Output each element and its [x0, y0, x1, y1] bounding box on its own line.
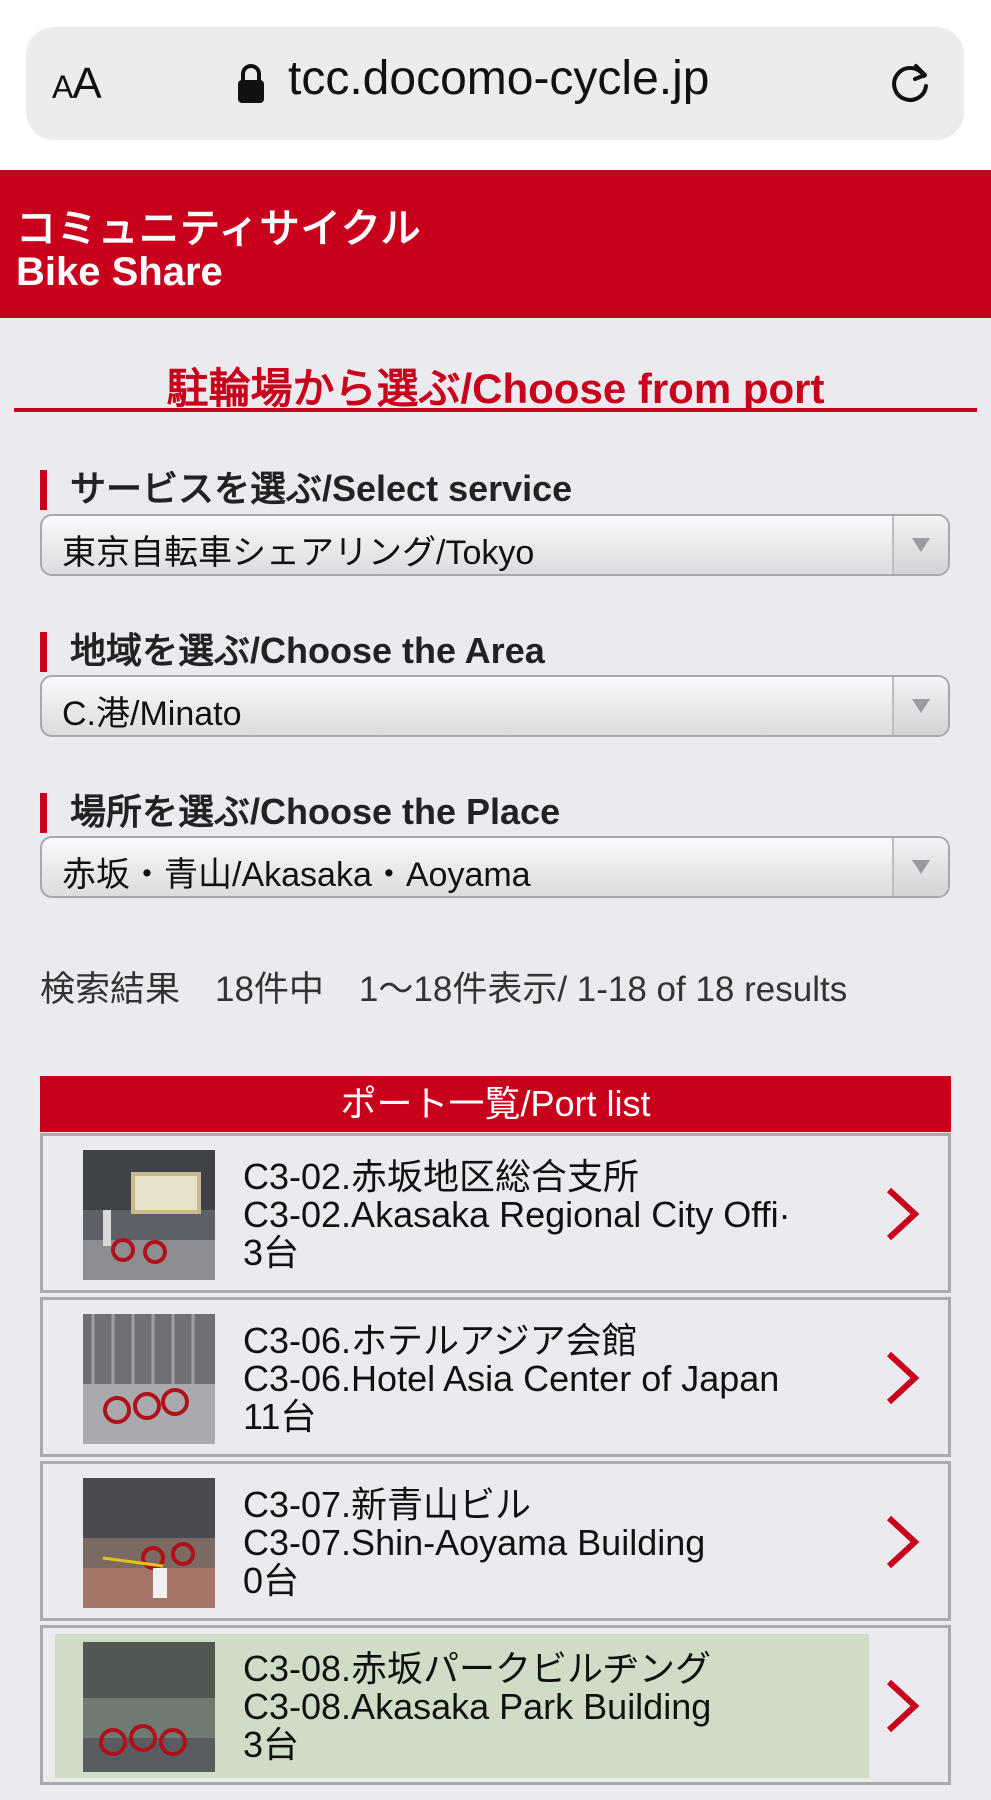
- port-info: C3-02.赤坂地区総合支所 C3-02.Akasaka Regional Ci…: [243, 1158, 803, 1272]
- chevron-right-icon[interactable]: [883, 1678, 923, 1734]
- area-select-value: C.港/Minato: [62, 695, 242, 733]
- port-info: C3-07.新青山ビル C3-07.Shin-Aoyama Building 0…: [243, 1486, 803, 1600]
- page-title: 駐輪場から選ぶ/Choose from port: [166, 365, 825, 412]
- search-results-summary: 検索結果 18件中 1〜18件表示/ 1-18 of 18 results: [40, 970, 848, 1009]
- port-name-en: C3-06.Hotel Asia Center of Japan: [243, 1358, 780, 1399]
- port-name-en: C3-07.Shin-Aoyama Building: [243, 1522, 706, 1563]
- service-label: サービスを選ぶ/Select service: [40, 468, 572, 510]
- port-name-en: C3-08.Akasaka Park Building: [243, 1686, 712, 1727]
- port-list-header: ポート一覧/Port list: [40, 1076, 951, 1132]
- port-photo: [83, 1314, 215, 1444]
- port-name-jp: C3-06.ホテルアジア会館: [243, 1322, 638, 1361]
- dropdown-arrow-icon: [892, 677, 948, 735]
- port-photo: [83, 1642, 215, 1772]
- reload-icon[interactable]: [888, 60, 934, 106]
- place-label: 場所を選ぶ/Choose the Place: [40, 791, 560, 833]
- port-list-item[interactable]: C3-07.新青山ビル C3-07.Shin-Aoyama Building 0…: [40, 1461, 951, 1621]
- browser-toolbar: AA tcc.docomo-cycle.jp: [0, 0, 991, 170]
- url-text[interactable]: tcc.docomo-cycle.jp: [288, 51, 709, 106]
- area-select[interactable]: C.港/Minato: [40, 675, 950, 737]
- chevron-right-icon[interactable]: [883, 1186, 923, 1242]
- port-bike-count: 0台: [243, 1560, 300, 1600]
- site-title-en: Bike Share: [16, 250, 223, 294]
- chevron-right-icon[interactable]: [883, 1350, 923, 1406]
- area-label: 地域を選ぶ/Choose the Area: [40, 630, 545, 672]
- dropdown-arrow-icon: [892, 516, 948, 574]
- dropdown-arrow-icon: [892, 838, 948, 896]
- port-photo: [83, 1478, 215, 1608]
- port-bike-count: 3台: [243, 1724, 300, 1764]
- title-divider: [14, 408, 977, 412]
- port-bike-count: 3台: [243, 1232, 300, 1272]
- service-select-value: 東京自転車シェアリング/Tokyo: [62, 534, 535, 572]
- port-info: C3-06.ホテルアジア会館 C3-06.Hotel Asia Center o…: [243, 1322, 803, 1436]
- port-info: C3-08.赤坂パークビルヂング C3-08.Akasaka Park Buil…: [243, 1650, 803, 1764]
- port-name-jp: C3-07.新青山ビル: [243, 1486, 532, 1525]
- chevron-right-icon[interactable]: [883, 1514, 923, 1570]
- port-name-jp: C3-02.赤坂地区総合支所: [243, 1158, 640, 1197]
- port-list-item-selected[interactable]: C3-08.赤坂パークビルヂング C3-08.Akasaka Park Buil…: [40, 1625, 951, 1785]
- place-select-value: 赤坂・青山/Akasaka・Aoyama: [62, 856, 531, 894]
- port-list-item[interactable]: C3-06.ホテルアジア会館 C3-06.Hotel Asia Center o…: [40, 1297, 951, 1457]
- text-size-button[interactable]: AA: [52, 59, 102, 109]
- site-title-jp: コミュニティサイクル: [16, 207, 422, 251]
- address-bar[interactable]: AA tcc.docomo-cycle.jp: [26, 27, 964, 140]
- service-select[interactable]: 東京自転車シェアリング/Tokyo: [40, 514, 950, 576]
- port-photo: [83, 1150, 215, 1280]
- port-name-jp: C3-08.赤坂パークビルヂング: [243, 1650, 712, 1689]
- lock-icon: [236, 63, 266, 105]
- place-select[interactable]: 赤坂・青山/Akasaka・Aoyama: [40, 836, 950, 898]
- port-bike-count: 11台: [243, 1396, 317, 1436]
- port-list-item[interactable]: C3-02.赤坂地区総合支所 C3-02.Akasaka Regional Ci…: [40, 1133, 951, 1293]
- port-name-en: C3-02.Akasaka Regional City Offi·: [243, 1194, 791, 1235]
- site-header-banner[interactable]: コミュニティサイクル Bike Share: [0, 170, 991, 318]
